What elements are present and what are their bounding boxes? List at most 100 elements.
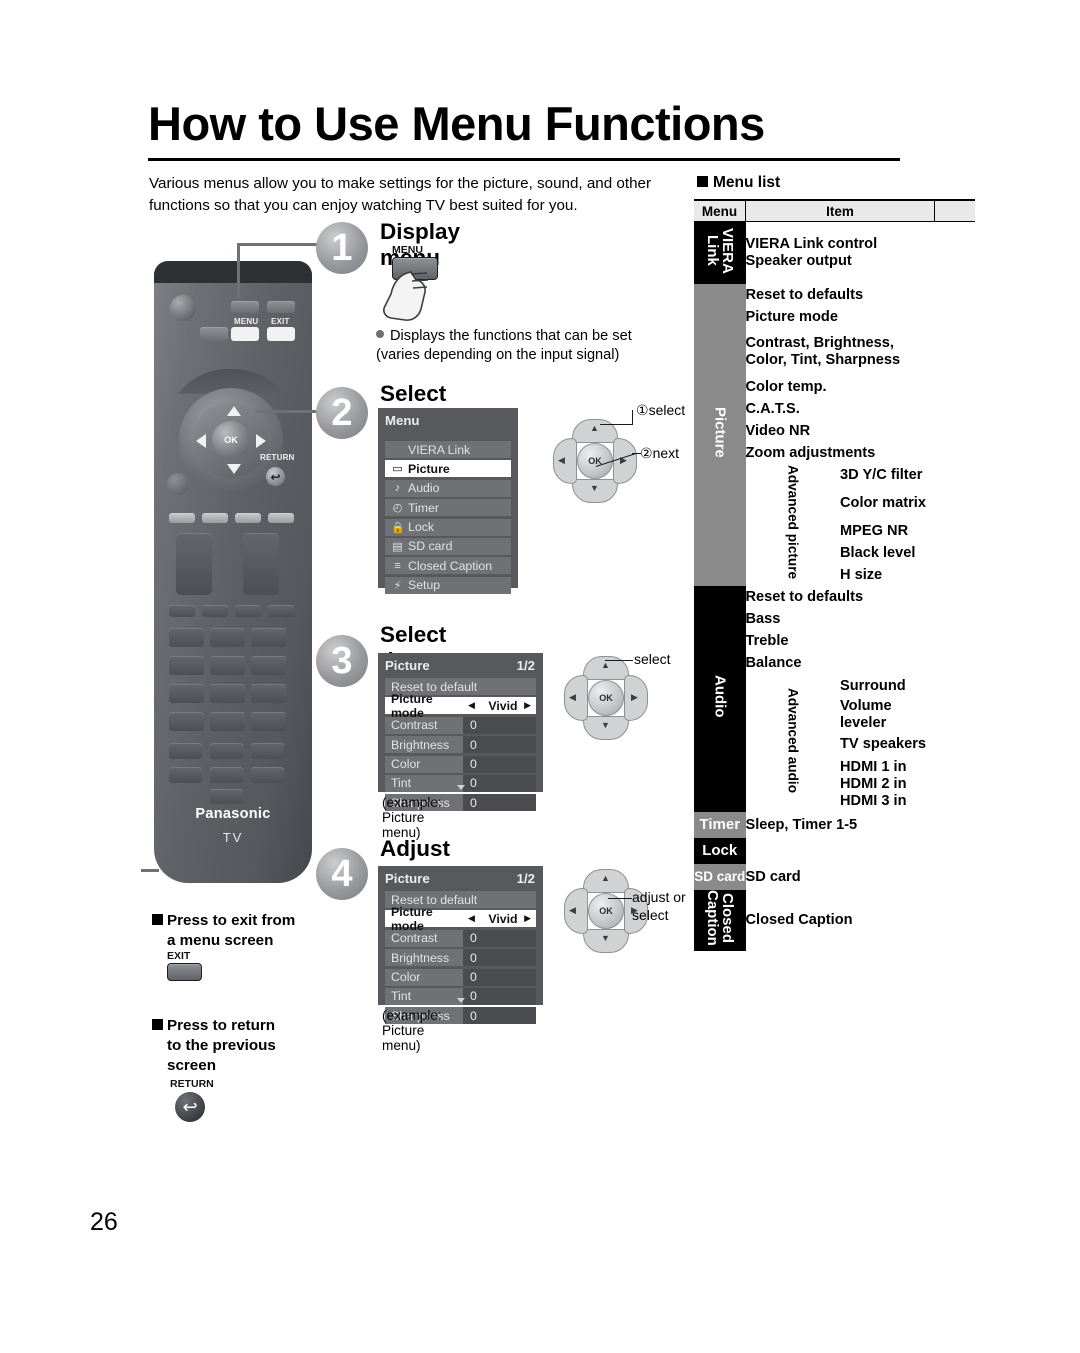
dpad-left-arrow-icon bbox=[196, 434, 206, 448]
navpad-left[interactable] bbox=[553, 438, 577, 484]
category-closed-caption: Closed Caption bbox=[694, 890, 746, 951]
subcategory-label: Advanced audio bbox=[785, 688, 801, 793]
category-label: Closed Caption bbox=[703, 890, 737, 946]
navpad-left[interactable] bbox=[564, 888, 588, 934]
osd-row-closed-caption[interactable]: ≡ Closed Caption bbox=[385, 557, 511, 575]
osd-contrast-row[interactable]: Contrast 0 bbox=[385, 716, 536, 734]
numeric-key-hash bbox=[251, 712, 286, 731]
osd-row-timer[interactable]: ◴ Timer bbox=[385, 499, 511, 517]
device-label: TV bbox=[222, 830, 244, 845]
numeric-key-3 bbox=[251, 628, 286, 647]
osd-picture-header: Picture 1/2 bbox=[378, 653, 543, 678]
osd-row-lock[interactable]: 🔒 Lock bbox=[385, 518, 511, 536]
osd-row-picture[interactable]: ▭ Picture bbox=[385, 460, 511, 478]
osd-color-row[interactable]: Color 0 bbox=[385, 755, 536, 773]
remote-lower-round-btn bbox=[167, 473, 189, 495]
dpad-down-arrow-icon bbox=[227, 464, 241, 474]
ref-cell bbox=[934, 221, 975, 284]
osd-brightness-row[interactable]: Brightness 0 bbox=[385, 736, 536, 754]
ref-cell bbox=[934, 284, 975, 306]
connector-step4 bbox=[141, 869, 159, 872]
category-label: Timer bbox=[699, 815, 741, 833]
navpad-up-arrow-icon: ▲ bbox=[601, 660, 610, 670]
osd-row-setup[interactable]: ⚡ Setup bbox=[385, 576, 511, 594]
subcategory-advanced-picture: Advanced picture bbox=[745, 464, 840, 586]
note-return-icon: ↩ bbox=[175, 1092, 205, 1122]
ref-cell bbox=[934, 890, 975, 951]
osd-picture-mode-value: Vivid bbox=[488, 911, 518, 926]
osd-row-sd-card[interactable]: ▤ SD card bbox=[385, 537, 511, 555]
note-return-line2: to the previous bbox=[167, 1037, 276, 1054]
item-cell: TV speakers bbox=[840, 732, 935, 756]
numeric-key-1 bbox=[169, 628, 204, 647]
left-arrow-icon[interactable]: ◀ bbox=[468, 700, 475, 711]
item-cell: Reset to defaults bbox=[745, 586, 935, 608]
brand-logo: Panasonic bbox=[195, 806, 271, 822]
remote-upper-btn-2 bbox=[267, 301, 295, 313]
sd-card-icon: ▤ bbox=[392, 540, 403, 553]
osd-picture-mode-row[interactable]: Picture mode ◀ Vivid ▶ bbox=[385, 905, 536, 933]
osd-color-row[interactable]: Color 0 bbox=[385, 968, 536, 986]
item-cell: HDMI 1 in HDMI 2 in HDMI 3 in bbox=[840, 756, 935, 812]
osd-picture-mode-key: Picture mode bbox=[385, 692, 463, 720]
note-bullet-square-icon bbox=[152, 914, 163, 925]
navpad-left-arrow-icon: ◀ bbox=[558, 455, 565, 465]
remote-control-illustration: MENU EXIT OK RETURN ↩ Panasonic TV bbox=[148, 243, 318, 886]
category-label: Lock bbox=[702, 841, 738, 859]
note-exit-key-button bbox=[167, 963, 202, 981]
item-cell: C.A.T.S. bbox=[745, 398, 935, 420]
osd-key: Color bbox=[385, 755, 463, 773]
item-cell: 3D Y/C filter bbox=[840, 464, 935, 486]
numeric-key-9 bbox=[251, 684, 286, 703]
subcategory-label: Advanced picture bbox=[785, 465, 801, 580]
item-cell: Zoom adjustments bbox=[745, 442, 935, 464]
ref-cell bbox=[934, 564, 975, 586]
right-arrow-icon[interactable]: ▶ bbox=[524, 913, 531, 924]
note-return-key-label: RETURN bbox=[170, 1078, 214, 1090]
osd-row-label: Setup bbox=[408, 578, 441, 593]
title-divider bbox=[148, 158, 900, 161]
navpad-up-arrow-icon: ▲ bbox=[590, 423, 599, 433]
osd-picture-mode-row[interactable]: Picture mode ◀ Vivid ▶ bbox=[385, 692, 536, 720]
ref-cell bbox=[934, 486, 975, 520]
table-row: Lock bbox=[694, 838, 975, 864]
ref-cell bbox=[934, 328, 975, 376]
osd-row-audio[interactable]: ♪ Audio bbox=[385, 479, 511, 497]
osd-key: Contrast bbox=[385, 716, 463, 734]
ref-cell bbox=[934, 542, 975, 564]
category-label: SD card bbox=[694, 868, 746, 884]
aux-key-5 bbox=[210, 767, 243, 783]
osd-contrast-row[interactable]: Contrast 0 bbox=[385, 929, 536, 947]
osd-key: Contrast bbox=[385, 929, 463, 947]
navpad-up-arrow-icon: ▲ bbox=[601, 873, 610, 883]
osd-row-label: Lock bbox=[408, 520, 434, 535]
navpad-ok[interactable]: OK bbox=[588, 680, 624, 716]
osd-picture-title: Picture bbox=[385, 658, 430, 673]
aux-key-4 bbox=[169, 767, 202, 783]
item-cell: Picture mode bbox=[745, 306, 935, 328]
osd-value: 0 bbox=[463, 987, 536, 1005]
right-arrow-icon[interactable]: ▶ bbox=[524, 700, 531, 711]
menu-key bbox=[231, 327, 259, 341]
table-row: Picture Reset to defaults bbox=[694, 284, 975, 586]
color-key-4 bbox=[268, 513, 294, 523]
step-4-example-caption: (example: Picture menu) bbox=[382, 1008, 442, 1053]
osd-value: 0 bbox=[463, 929, 536, 947]
navpad-left[interactable] bbox=[564, 675, 588, 721]
aux-key-6 bbox=[251, 767, 284, 783]
step-3-example-caption: (example: Picture menu) bbox=[382, 795, 442, 840]
category-picture: Picture bbox=[694, 284, 746, 586]
osd-picture-mode-key: Picture mode bbox=[385, 905, 463, 933]
closed-caption-icon: ≡ bbox=[394, 559, 401, 572]
osd-scroll-down-icon bbox=[456, 998, 465, 1003]
ref-cell bbox=[934, 812, 975, 838]
osd-brightness-row[interactable]: Brightness 0 bbox=[385, 949, 536, 967]
left-arrow-icon[interactable]: ◀ bbox=[468, 913, 475, 924]
clock-icon: ◴ bbox=[392, 502, 403, 515]
ref-cell bbox=[934, 398, 975, 420]
category-label: Picture bbox=[711, 407, 729, 458]
category-label: Audio bbox=[711, 675, 729, 718]
item-cell: Video NR bbox=[745, 420, 935, 442]
dpad-right-arrow-icon bbox=[256, 434, 266, 448]
osd-row-viera-link[interactable]: VIERA Link bbox=[385, 441, 511, 458]
